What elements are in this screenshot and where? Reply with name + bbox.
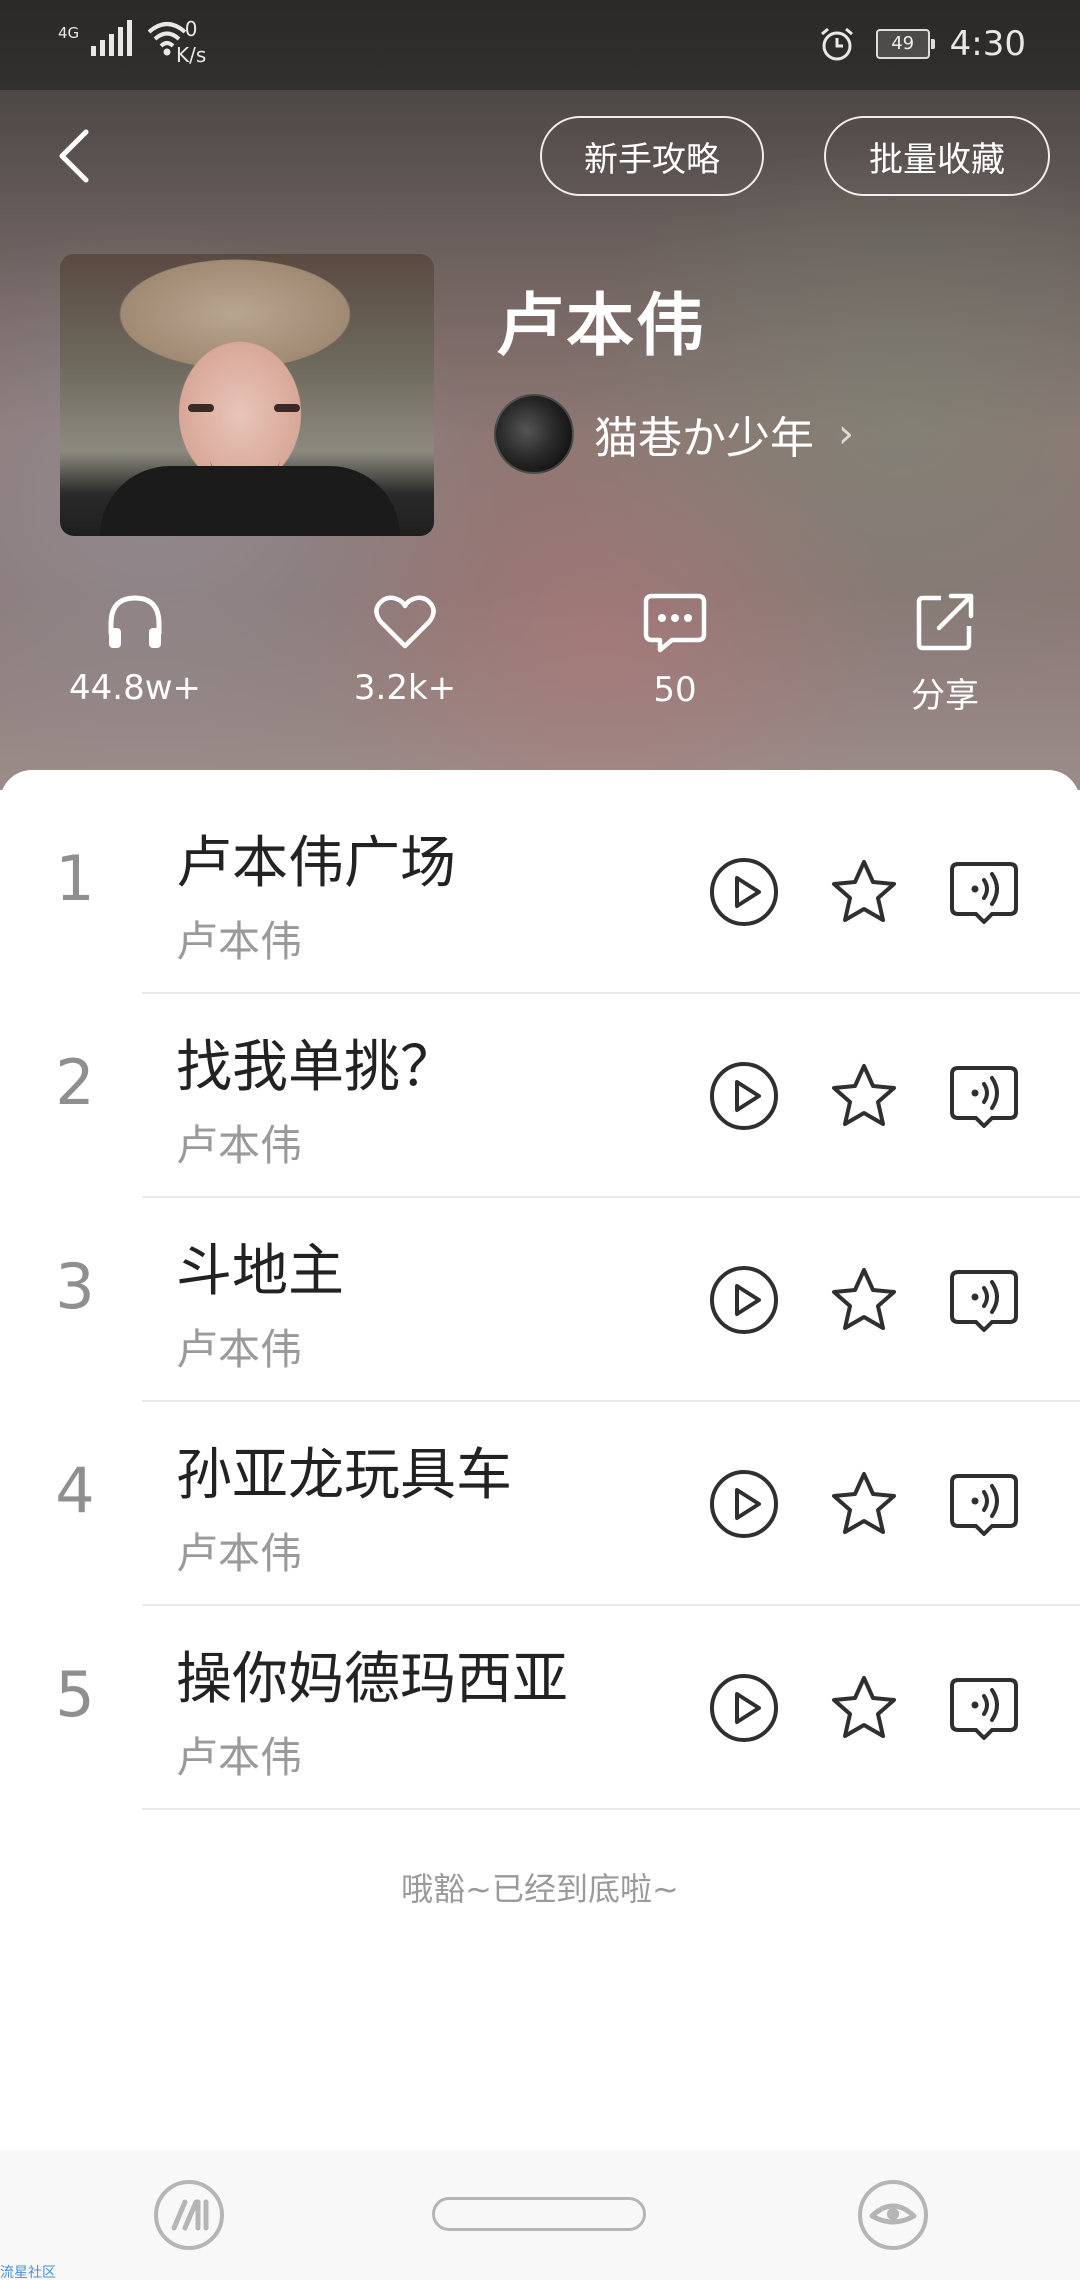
voice-bubble-icon[interactable]: [948, 1264, 1020, 1336]
network-type: 4G: [58, 24, 80, 42]
app-shortcut-icon[interactable]: [152, 2178, 226, 2252]
song-index: 4: [55, 1454, 95, 1527]
play-icon[interactable]: [708, 1468, 780, 1540]
playlist-title: 卢本伟: [496, 287, 707, 366]
comment-count: 50: [653, 670, 697, 710]
back-arrow-icon: [59, 129, 89, 183]
watermark-text: 流星社区: [0, 2265, 56, 2280]
chevron-right-icon: ›: [838, 411, 854, 457]
network-speed: 0 K/s: [176, 16, 206, 68]
song-title: 卢本伟广场: [176, 831, 456, 896]
playlist-stats: 44.8w+ 3.2k+ 50 分享: [0, 590, 1080, 730]
back-button[interactable]: [52, 126, 102, 186]
comment-icon: [643, 593, 707, 653]
song-index: 5: [55, 1658, 95, 1731]
listen-count: 44.8w+: [69, 668, 201, 708]
play-icon[interactable]: [708, 856, 780, 928]
system-navigation-bar: [0, 2150, 1080, 2280]
play-icon[interactable]: [708, 1264, 780, 1336]
home-gesture-bar[interactable]: [432, 2197, 646, 2231]
listen-count-stat[interactable]: 44.8w+: [35, 590, 235, 708]
song-row[interactable]: 4 孙亚龙玩具车 卢本伟: [0, 1402, 1080, 1606]
song-title: 孙亚龙玩具车: [176, 1443, 512, 1508]
star-icon[interactable]: [828, 1672, 900, 1744]
song-row[interactable]: 5 操你妈德玛西亚 卢本伟: [0, 1606, 1080, 1810]
status-right: 49 4:30: [818, 24, 1026, 64]
share-stat[interactable]: 分享: [845, 590, 1045, 717]
heart-icon: [374, 595, 436, 649]
play-icon[interactable]: [708, 1672, 780, 1744]
network-speed-value: 0: [184, 17, 198, 41]
voice-bubble-icon[interactable]: [948, 1060, 1020, 1132]
song-artist: 卢本伟: [176, 1325, 303, 1374]
cover-shirt-detail: [100, 466, 400, 536]
song-row[interactable]: 1 卢本伟广场 卢本伟: [0, 790, 1080, 994]
song-artist: 卢本伟: [176, 1529, 303, 1578]
star-icon[interactable]: [828, 1264, 900, 1336]
voice-bubble-icon[interactable]: [948, 1672, 1020, 1744]
song-index: 2: [55, 1046, 95, 1119]
status-bar: 4G 0 K/s 49 4:30: [0, 0, 1080, 90]
headphones-icon: [108, 595, 162, 648]
song-index: 1: [55, 842, 95, 915]
song-list: 1 卢本伟广场 卢本伟 2 找我单挑？ 卢本伟 3 斗地主 卢本伟 4 孙亚龙玩…: [0, 770, 1080, 2150]
play-icon[interactable]: [708, 1060, 780, 1132]
end-of-list-message: 哦豁~已经到底啦~: [401, 1870, 679, 1908]
star-icon[interactable]: [828, 1060, 900, 1132]
song-row[interactable]: 3 斗地主 卢本伟: [0, 1198, 1080, 1402]
song-title: 找我单挑？: [176, 1035, 456, 1100]
signal-icon: [91, 20, 133, 56]
comment-stat[interactable]: 50: [575, 590, 775, 710]
creator-link[interactable]: 猫巷か少年 ›: [494, 394, 854, 474]
star-icon[interactable]: [828, 856, 900, 928]
voice-bubble-icon[interactable]: [948, 856, 1020, 928]
alarm-icon: [820, 27, 853, 61]
voice-bubble-icon[interactable]: [948, 1468, 1020, 1540]
song-artist: 卢本伟: [176, 1733, 303, 1782]
song-artist: 卢本伟: [176, 1121, 303, 1170]
creator-name: 猫巷か少年: [594, 413, 814, 464]
like-stat[interactable]: 3.2k+: [305, 590, 505, 708]
share-icon: [916, 593, 974, 651]
song-title: 斗地主: [176, 1239, 344, 1304]
song-artist: 卢本伟: [176, 917, 303, 966]
playlist-cover-image[interactable]: [60, 254, 434, 536]
cover-face-detail: [274, 404, 300, 412]
playlist-page: 4G 0 K/s 49 4:30 新手攻略 批量收藏 卢本伟 猫巷か少年 › 4…: [0, 0, 1080, 2280]
like-count: 3.2k+: [353, 668, 457, 708]
beginner-guide-button[interactable]: 新手攻略: [540, 116, 764, 196]
eye-shortcut-icon[interactable]: [856, 2178, 930, 2252]
clock: 4:30: [949, 24, 1026, 64]
row-divider: [142, 1808, 1080, 1810]
share-label: 分享: [911, 676, 979, 716]
song-row[interactable]: 2 找我单挑？ 卢本伟: [0, 994, 1080, 1198]
batch-collect-button[interactable]: 批量收藏: [824, 116, 1050, 196]
song-index: 3: [55, 1250, 95, 1323]
star-icon[interactable]: [828, 1468, 900, 1540]
status-left: 4G: [58, 18, 189, 58]
battery-indicator: 49: [875, 29, 935, 59]
network-speed-unit: K/s: [176, 43, 207, 67]
cover-face-detail: [188, 404, 214, 412]
creator-avatar[interactable]: [494, 394, 574, 474]
song-title: 操你妈德玛西亚: [176, 1647, 568, 1712]
